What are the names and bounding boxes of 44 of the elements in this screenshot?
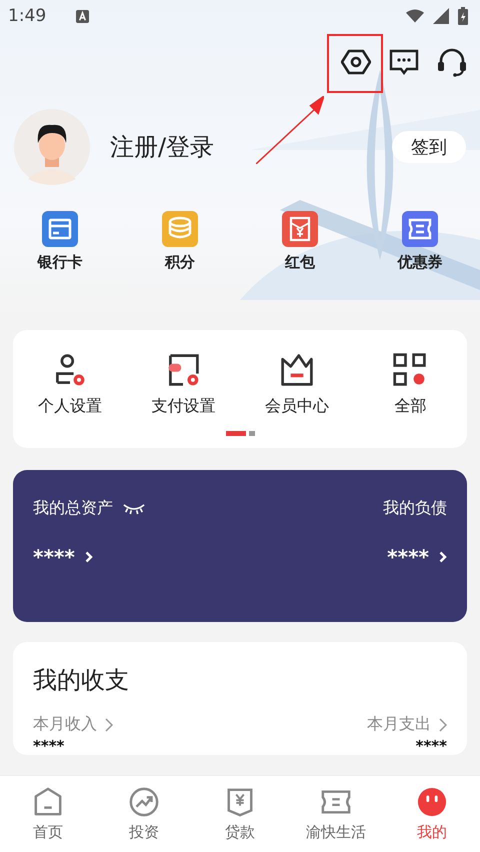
message-icon[interactable] (389, 47, 419, 77)
tab[interactable]: 投资 (96, 776, 192, 852)
service-label[interactable]: 支付设置 (151, 396, 216, 417)
shortcut-label[interactable]: 银行卡 (38, 253, 82, 272)
signal-icon (432, 8, 450, 24)
eye-closed-icon[interactable] (123, 502, 145, 515)
login-link[interactable]: 注册/登录 (110, 131, 214, 163)
tab[interactable]: 我的 (384, 776, 480, 852)
month-expense-value: **** (416, 737, 447, 755)
wifi-icon (406, 8, 424, 24)
envelope-icon[interactable] (282, 211, 318, 247)
coupon-icon[interactable] (402, 211, 438, 247)
month-income-link[interactable]: 本月收入 (33, 714, 97, 735)
shortcut-label[interactable]: 积分 (165, 253, 195, 272)
total-assets-value[interactable]: **** (33, 545, 75, 569)
tab[interactable]: 首页 (0, 776, 96, 852)
shortcut-label[interactable]: 红包 (285, 253, 315, 272)
yuan-shield-icon (225, 786, 255, 816)
grid-icon[interactable] (392, 352, 428, 388)
arrow-drawing (256, 96, 324, 164)
battery-icon (458, 7, 468, 25)
month-expense-link[interactable]: 本月支出 (367, 714, 431, 735)
status-time: 1:49 (8, 6, 46, 26)
face-dots-icon (417, 786, 447, 816)
crown-icon[interactable] (278, 352, 315, 388)
total-assets-label: 我的总资产 (33, 498, 113, 519)
highlight-box (327, 34, 383, 93)
home-icon (33, 786, 63, 816)
liabilities-label: 我的负债 (383, 498, 447, 519)
service-label[interactable]: 会员中心 (264, 396, 329, 417)
headset-icon[interactable] (437, 47, 467, 77)
service-label[interactable]: 全部 (394, 396, 426, 417)
service-label[interactable]: 个人设置 (38, 396, 102, 417)
tab[interactable]: 渝快生活 (288, 776, 384, 852)
settings-icon[interactable] (341, 47, 371, 77)
tab[interactable]: 贷款 (192, 776, 288, 852)
month-income-value: **** (33, 737, 64, 755)
card-icon[interactable] (42, 211, 78, 247)
trend-icon (129, 786, 159, 816)
checkin-button[interactable]: 签到 (392, 131, 466, 163)
liabilities-value[interactable]: **** (387, 545, 429, 569)
income-title: 我的收支 (33, 665, 130, 696)
notification-icon (76, 10, 90, 22)
shortcut-label[interactable]: 优惠券 (398, 253, 442, 272)
